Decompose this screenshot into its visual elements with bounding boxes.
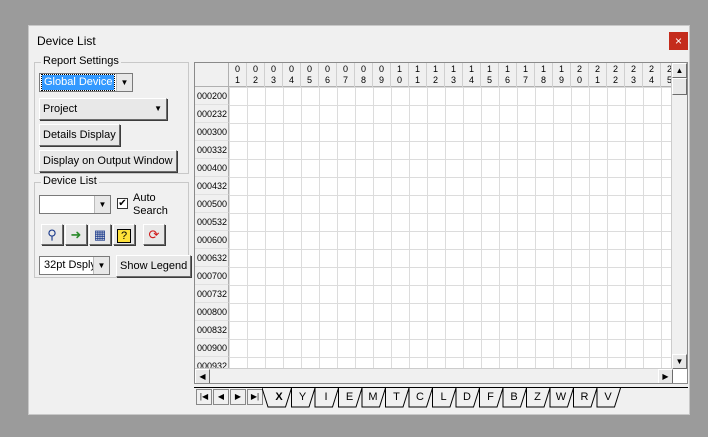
- row-header: 000700: [195, 267, 229, 285]
- row-header: 000900: [195, 339, 229, 357]
- row-header: 000600: [195, 231, 229, 249]
- tab-y[interactable]: Y: [292, 389, 314, 406]
- column-header: 1 0: [391, 63, 409, 87]
- next-tab-icon[interactable]: ▶: [230, 389, 246, 405]
- window-title: Device List: [37, 34, 96, 48]
- column-header: 1 9: [553, 63, 571, 87]
- column-header: 0 7: [337, 63, 355, 87]
- scroll-up-icon[interactable]: ▲: [672, 63, 687, 78]
- column-header: 1 5: [481, 63, 499, 87]
- chevron-down-icon[interactable]: ▼: [94, 196, 110, 213]
- tab-l[interactable]: L: [433, 389, 455, 406]
- scroll-left-icon[interactable]: ◀: [195, 369, 210, 383]
- tab-v[interactable]: V: [597, 389, 619, 406]
- row-header: 000200: [195, 87, 229, 105]
- column-header: 1 7: [517, 63, 535, 87]
- device-select-value: [42, 197, 46, 212]
- tab-c[interactable]: C: [409, 389, 431, 406]
- column-header: 0 5: [301, 63, 319, 87]
- project-label: Project: [43, 103, 78, 115]
- horizontal-scrollbar[interactable]: ◀ ▶: [195, 368, 673, 383]
- row-header: 000400: [195, 159, 229, 177]
- chevron-down-icon: ▼: [154, 104, 162, 113]
- tab-r[interactable]: R: [574, 389, 596, 406]
- display-output-window-button[interactable]: Display on Output Window: [39, 150, 177, 172]
- vertical-scroll-thumb[interactable]: [672, 78, 687, 95]
- column-header: 1 4: [463, 63, 481, 87]
- column-header: 2 2: [607, 63, 625, 87]
- column-header: 2 1: [589, 63, 607, 87]
- auto-search-label: Auto Search: [133, 192, 168, 217]
- row-header: 000500: [195, 195, 229, 213]
- prev-tab-icon[interactable]: ◀: [213, 389, 229, 405]
- grid-corner: [195, 63, 229, 87]
- row-header: 000232: [195, 105, 229, 123]
- row-header: 000800: [195, 303, 229, 321]
- first-tab-icon[interactable]: |◀: [196, 389, 212, 405]
- row-header: 000732: [195, 285, 229, 303]
- tab-d[interactable]: D: [456, 389, 478, 406]
- column-header: 0 8: [355, 63, 373, 87]
- column-header: 0 6: [319, 63, 337, 87]
- tab-e[interactable]: E: [339, 389, 361, 406]
- device-list-window: Device List × Report Settings Global Dev…: [28, 25, 690, 415]
- row-header: 000632: [195, 249, 229, 267]
- column-header: 1 6: [499, 63, 517, 87]
- tab-m[interactable]: M: [362, 389, 384, 406]
- device-select[interactable]: ▼: [39, 195, 111, 214]
- grid-cells[interactable]: [229, 87, 679, 371]
- column-header: 0 9: [373, 63, 391, 87]
- chevron-down-icon[interactable]: ▼: [116, 74, 132, 91]
- help-icon[interactable]: ?: [113, 224, 135, 245]
- binoculars-icon[interactable]: ⚲: [41, 224, 63, 245]
- row-header: 000532: [195, 213, 229, 231]
- scroll-right-icon[interactable]: ▶: [658, 369, 673, 383]
- tab-w[interactable]: W: [550, 389, 572, 406]
- report-settings-group: Report Settings Global Device ▼ Project …: [34, 55, 189, 174]
- display-mode-value: 32pt Dsply: [44, 259, 96, 271]
- column-header: 1 2: [427, 63, 445, 87]
- close-button[interactable]: ×: [669, 32, 688, 50]
- table-icon[interactable]: ▦: [89, 224, 111, 245]
- show-legend-button[interactable]: Show Legend: [116, 255, 192, 277]
- column-header: 2 0: [571, 63, 589, 87]
- column-header: 2 3: [625, 63, 643, 87]
- auto-search-checkbox[interactable]: ✔: [117, 198, 128, 209]
- report-settings-legend: Report Settings: [41, 55, 121, 67]
- column-headers: 0 10 20 30 40 50 60 70 80 91 01 11 21 31…: [229, 63, 679, 87]
- last-tab-icon[interactable]: ▶|: [247, 389, 263, 405]
- vertical-scrollbar[interactable]: ▲ ▼: [671, 63, 687, 369]
- refresh-icon[interactable]: ⟳: [143, 224, 165, 245]
- details-display-button[interactable]: Details Display: [39, 124, 120, 146]
- device-list-group: Device List ▼ ✔ Auto Search ⚲ ➜ ▦ ? ⟳ 32…: [34, 175, 192, 278]
- tab-z[interactable]: Z: [527, 389, 549, 406]
- device-scope-value: Global Device: [40, 74, 116, 91]
- display-mode-select[interactable]: 32pt Dsply ▼: [39, 256, 110, 275]
- row-header: 000832: [195, 321, 229, 339]
- column-header: 1 3: [445, 63, 463, 87]
- tab-b[interactable]: B: [503, 389, 525, 406]
- column-header: 1 1: [409, 63, 427, 87]
- row-header: 000300: [195, 123, 229, 141]
- device-list-legend: Device List: [41, 175, 99, 187]
- row-header: 000332: [195, 141, 229, 159]
- export-icon[interactable]: ➜: [65, 224, 87, 245]
- row-header: 000432: [195, 177, 229, 195]
- sheet-tab-bar: |◀ ◀ ▶ ▶| XYIEMTCLDFBZWRV: [194, 387, 688, 408]
- device-grid[interactable]: 0 10 20 30 40 50 60 70 80 91 01 11 21 31…: [194, 62, 688, 384]
- tab-t[interactable]: T: [386, 389, 408, 406]
- column-header: 0 1: [229, 63, 247, 87]
- column-header: 2 4: [643, 63, 661, 87]
- tab-f[interactable]: F: [480, 389, 502, 406]
- column-header: 1 8: [535, 63, 553, 87]
- tab-i[interactable]: I: [315, 389, 337, 406]
- column-header: 0 3: [265, 63, 283, 87]
- chevron-down-icon[interactable]: ▼: [93, 257, 109, 274]
- column-header: 0 4: [283, 63, 301, 87]
- tab-x[interactable]: X: [268, 389, 290, 406]
- scroll-down-icon[interactable]: ▼: [672, 354, 687, 369]
- project-dropdown[interactable]: Project ▼: [39, 98, 167, 120]
- device-scope-select[interactable]: Global Device ▼: [39, 73, 133, 92]
- column-header: 0 2: [247, 63, 265, 87]
